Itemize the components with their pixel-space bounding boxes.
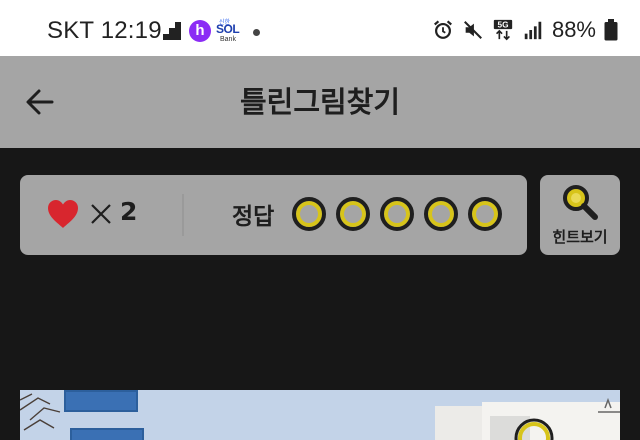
answer-slot-5 (468, 197, 502, 231)
magnifier-icon (563, 185, 598, 220)
hint-label: 힌트보기 (552, 228, 608, 246)
puzzle-photo (20, 390, 620, 440)
sol-bank-icon: 신한 SOL Bank (216, 19, 240, 43)
puzzle-image[interactable] (20, 390, 620, 440)
more-dot-icon (253, 29, 260, 36)
answer-slots (292, 197, 502, 231)
heart-icon (48, 200, 78, 228)
hint-button[interactable]: 힌트보기 (540, 175, 620, 255)
battery-percent: 88% (551, 17, 596, 42)
battery-icon (604, 19, 618, 41)
h-app-icon: h (189, 20, 211, 42)
lives-count: 2 (120, 197, 138, 226)
system-status: 5G 88% (432, 16, 618, 44)
answer-slot-3 (380, 197, 414, 231)
5g-icon: 5G (493, 19, 513, 41)
answer-label: 정답 (232, 204, 275, 230)
stairs-app-icon (163, 22, 181, 40)
carrier-time: SKT 12:19 (47, 17, 162, 44)
signal-icon (524, 21, 542, 40)
answer-slot-1 (292, 197, 326, 231)
mute-icon (463, 21, 482, 39)
svg-text:5G: 5G (497, 21, 508, 30)
answer-slot-4 (424, 197, 458, 231)
app-header: 틀린그림찾기 (0, 56, 640, 148)
multiply-icon (91, 204, 111, 224)
alarm-icon (433, 20, 452, 39)
panel-divider (182, 194, 184, 236)
answer-slot-2 (336, 197, 370, 231)
status-bar: SKT 12:19 h 신한 SOL Bank 5G 88% (0, 0, 640, 56)
page-title: 틀린그림찾기 (239, 85, 401, 119)
arrow-left-icon[interactable] (22, 84, 58, 120)
